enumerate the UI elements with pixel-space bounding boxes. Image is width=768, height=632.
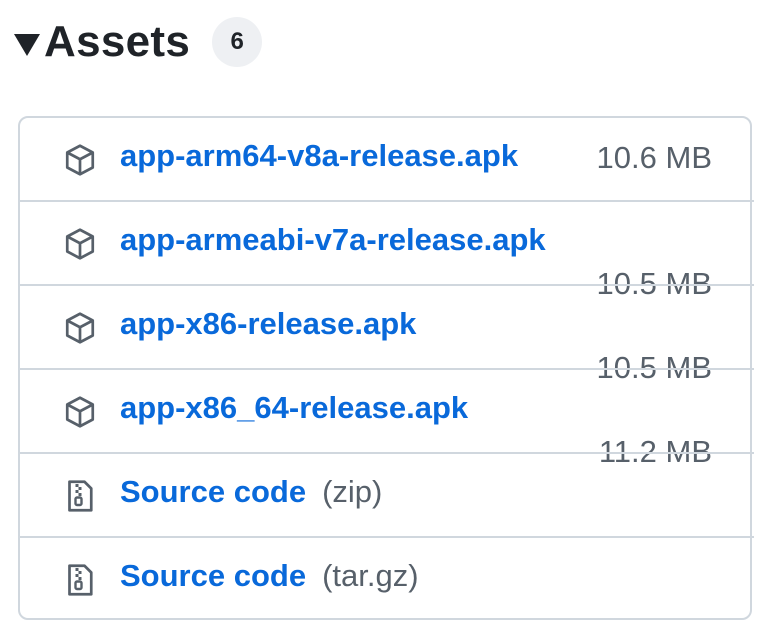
file-zip-icon bbox=[68, 480, 93, 512]
package-icon bbox=[65, 396, 95, 428]
source-code-zip-link[interactable]: Source code (zip) bbox=[120, 474, 382, 510]
asset-link[interactable]: app-arm64-v8a-release.apk bbox=[120, 138, 518, 174]
asset-row: app-arm64-v8a-release.apk 10.6 MB bbox=[20, 118, 754, 202]
file-zip-icon bbox=[68, 564, 93, 596]
package-icon bbox=[65, 228, 95, 260]
asset-row: app-x86_64-release.apk 11.2 MB bbox=[20, 370, 754, 469]
source-row: Source code (tar.gz) bbox=[20, 538, 754, 622]
assets-count-badge: 6 bbox=[212, 17, 263, 67]
package-icon bbox=[65, 312, 95, 344]
asset-row: app-x86-release.apk 10.5 MB bbox=[20, 286, 754, 385]
asset-link[interactable]: app-x86_64-release.apk bbox=[120, 390, 468, 426]
source-format: (zip) bbox=[322, 474, 383, 509]
asset-size: 10.6 MB bbox=[596, 140, 712, 175]
assets-title: Assets bbox=[44, 17, 191, 66]
package-icon bbox=[65, 144, 95, 176]
asset-link[interactable]: app-armeabi-v7a-release.apk bbox=[120, 222, 546, 258]
source-label: Source code bbox=[120, 558, 307, 593]
asset-row: app-armeabi-v7a-release.apk 10.5 MB bbox=[20, 202, 754, 301]
caret-down-icon[interactable] bbox=[14, 34, 40, 56]
source-label: Source code bbox=[120, 474, 307, 509]
assets-header[interactable]: Assets 6 bbox=[14, 10, 263, 74]
asset-link[interactable]: app-x86-release.apk bbox=[120, 306, 416, 342]
source-code-targz-link[interactable]: Source code (tar.gz) bbox=[120, 558, 419, 594]
source-format: (tar.gz) bbox=[322, 558, 419, 593]
source-row: Source code (zip) bbox=[20, 454, 754, 538]
